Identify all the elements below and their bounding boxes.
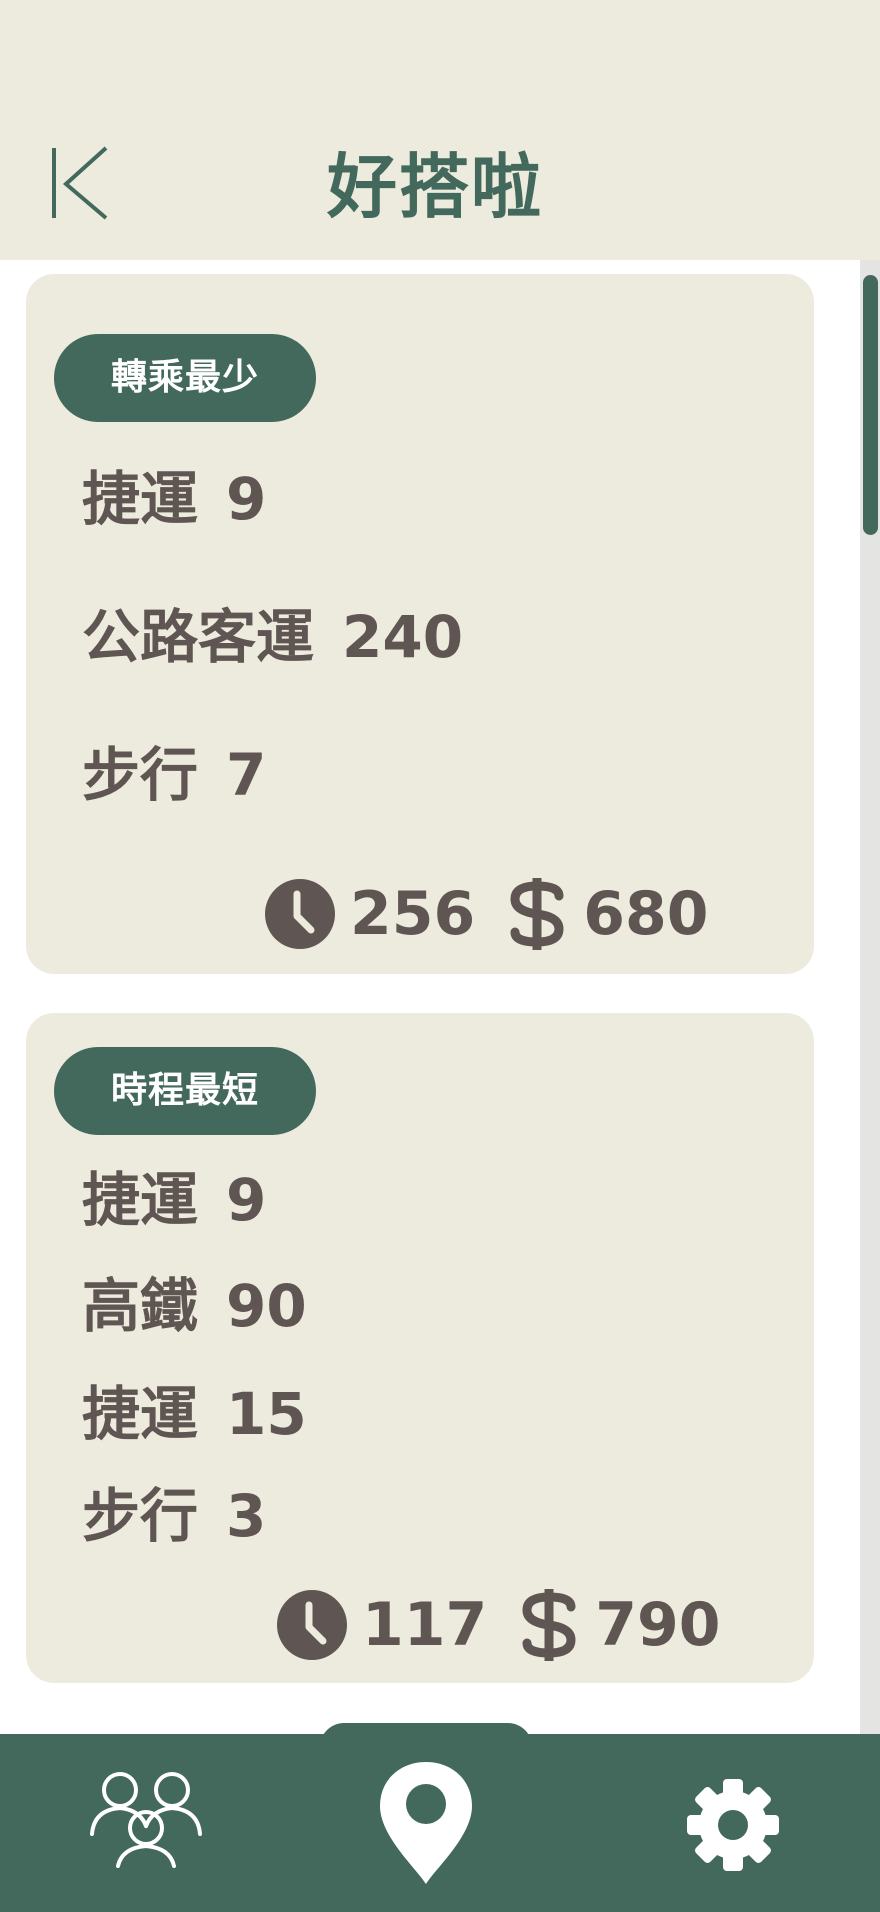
route-summary: 117 790: [276, 1585, 721, 1665]
segment-value: 90: [226, 1272, 307, 1340]
fare-value: 790: [595, 1590, 721, 1660]
group-icon[interactable]: [88, 1770, 204, 1870]
gear-icon[interactable]: [686, 1778, 780, 1872]
route-card[interactable]: 時程最短 捷運 9 高鐵 90 捷運 15 步行 3 117 790: [26, 1013, 814, 1683]
segment-value: 240: [342, 603, 464, 671]
page-title: 好搭啦: [327, 146, 543, 228]
clock-icon: [265, 879, 335, 949]
segment-value: 7: [226, 741, 267, 809]
back-arrow-icon[interactable]: [44, 140, 114, 220]
dollar-icon: [510, 878, 564, 950]
route-badge: 時程最短: [54, 1047, 316, 1135]
route-badge: 轉乘最少: [54, 334, 316, 422]
duration-value: 256: [350, 879, 476, 949]
clock-icon: [277, 1590, 347, 1660]
route-summary: 256 680: [264, 874, 709, 954]
app-header: 好搭啦: [0, 0, 880, 260]
segment-row: 步行 3: [82, 1481, 266, 1551]
route-card[interactable]: 轉乘最少 捷運 9 公路客運 240 步行 7 256 680: [26, 274, 814, 974]
segment-mode: 公路客運: [82, 603, 315, 671]
segment-row: 公路客運 240: [82, 602, 463, 672]
segment-value: 15: [226, 1380, 307, 1448]
segment-row: 步行 7: [82, 740, 266, 810]
segment-mode: 捷運: [82, 1380, 199, 1448]
fare-value: 680: [583, 879, 709, 949]
segment-value: 9: [226, 465, 267, 533]
duration-value: 117: [362, 1590, 488, 1660]
segment-mode: 高鐵: [82, 1272, 199, 1340]
segment-row: 捷運 15: [82, 1379, 307, 1449]
segment-mode: 步行: [82, 741, 199, 809]
dollar-icon: [522, 1589, 576, 1661]
segment-value: 3: [226, 1482, 267, 1550]
segment-row: 高鐵 90: [82, 1271, 307, 1341]
segment-mode: 捷運: [82, 465, 199, 533]
segment-value: 9: [226, 1166, 267, 1234]
segment-row: 捷運 9: [82, 1165, 266, 1235]
segment-row: 捷運 9: [82, 464, 266, 534]
segment-mode: 捷運: [82, 1166, 199, 1234]
scrollbar-thumb[interactable]: [863, 275, 878, 535]
segment-mode: 步行: [82, 1482, 199, 1550]
map-pin-icon[interactable]: [378, 1760, 474, 1886]
